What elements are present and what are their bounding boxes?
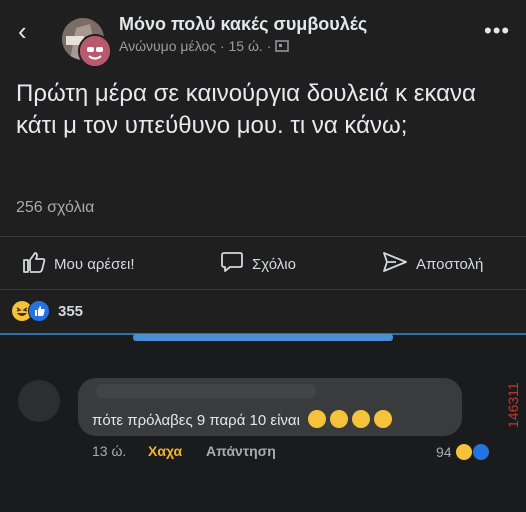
rofl-emoji-icon xyxy=(352,410,371,428)
post-time[interactable]: 15 ώ. xyxy=(229,38,263,54)
back-icon[interactable]: ‹ xyxy=(18,16,27,46)
reaction-count: 355 xyxy=(58,302,84,320)
more-options-icon[interactable]: ••• xyxy=(484,18,510,44)
comment-bubble-icon xyxy=(220,251,244,277)
meta-separator: · xyxy=(219,38,229,54)
comment-reactions[interactable]: 94 xyxy=(436,443,490,461)
reactions-summary[interactable]: 355 xyxy=(12,300,83,322)
group-privacy-icon xyxy=(275,38,289,54)
like-label: Μου αρέσει! xyxy=(54,255,135,273)
comment-button[interactable]: Σχόλιο xyxy=(220,251,296,277)
thumbs-up-icon xyxy=(22,251,46,277)
meta-separator: · xyxy=(266,38,276,54)
author-name[interactable]: Ανώνυμο μέλος xyxy=(119,38,216,54)
anonymous-member-icon xyxy=(78,34,112,68)
comment-label: Σχόλιο xyxy=(252,255,296,273)
action-bar: Μου αρέσει! Σχόλιο Αποστολή xyxy=(0,236,526,290)
rofl-emoji-icon xyxy=(308,410,327,428)
comment-reply-button[interactable]: Απάντηση xyxy=(206,443,276,459)
haha-reaction-icon xyxy=(455,444,472,460)
share-button[interactable]: Αποστολή xyxy=(382,251,483,277)
commenter-avatar[interactable] xyxy=(18,380,60,422)
comments-count[interactable]: 256 σχόλια xyxy=(16,199,94,217)
comment-text: πότε πρόλαβες 9 παρά 10 είναι xyxy=(92,410,393,429)
comment-reaction-count: 94 xyxy=(436,444,452,460)
rofl-emoji-icon xyxy=(330,410,349,428)
rofl-emoji-icon xyxy=(374,410,393,428)
group-avatar[interactable] xyxy=(54,12,112,68)
post-text: Πρώτη μέρα σε καινούργια δουλειά κ εκανα… xyxy=(16,80,476,139)
watermark: 146311 xyxy=(505,382,521,428)
commenter-name-redacted xyxy=(96,384,316,398)
group-name[interactable]: Μόνο πολύ κακές συμβουλές xyxy=(119,14,367,35)
share-label: Αποστολή xyxy=(416,255,484,273)
comment-time[interactable]: 13 ώ. xyxy=(92,443,126,459)
highlight-indicator xyxy=(133,334,393,341)
comment-haha-button[interactable]: Χαχα xyxy=(148,443,182,459)
like-button[interactable]: Μου αρέσει! xyxy=(22,251,135,277)
like-reaction-icon xyxy=(28,300,50,322)
like-reaction-icon xyxy=(471,443,490,461)
comment-body: πότε πρόλαβες 9 παρά 10 είναι xyxy=(92,412,300,429)
post-meta: Ανώνυμο μέλος · 15 ώ. · xyxy=(119,38,289,54)
send-icon xyxy=(382,251,408,277)
